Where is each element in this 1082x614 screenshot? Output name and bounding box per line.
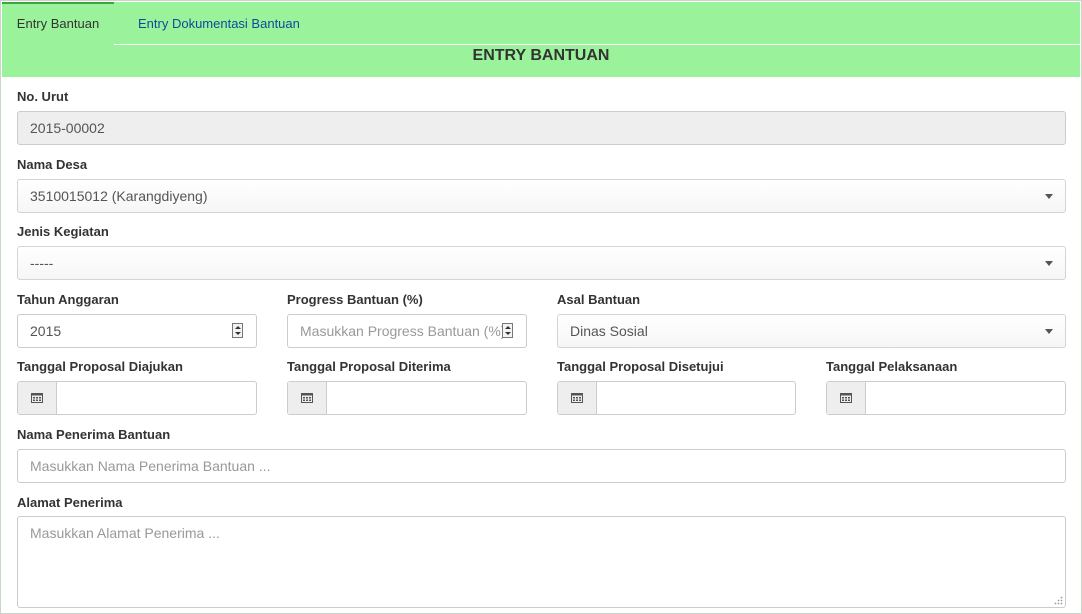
tab-entry-dokumentasi-bantuan[interactable]: Entry Dokumentasi Bantuan <box>136 2 302 44</box>
tgl-diterima-group[interactable] <box>287 381 527 415</box>
no-urut-label: No. Urut <box>17 89 69 104</box>
tab-entry-bantuan[interactable]: Entry Bantuan <box>2 2 114 46</box>
chevron-down-icon <box>1045 329 1053 334</box>
spinner-icon[interactable] <box>502 323 513 338</box>
tgl-disetujui-group[interactable] <box>557 381 796 415</box>
calendar-addon[interactable] <box>288 382 327 414</box>
alamat-penerima-label: Alamat Penerima <box>17 495 123 510</box>
progress-bantuan-label: Progress Bantuan (%) <box>287 292 423 307</box>
progress-bantuan-placeholder: Masukkan Progress Bantuan (%) <box>300 323 506 339</box>
no-urut-field[interactable]: 2015-00002 <box>17 111 1066 145</box>
tgl-pelaksanaan-group[interactable] <box>826 381 1066 415</box>
calendar-icon <box>301 393 313 403</box>
nama-desa-value: 3510015012 (Karangdiyeng) <box>30 188 208 204</box>
chevron-down-icon <box>1045 261 1053 266</box>
alamat-penerima-placeholder: Masukkan Alamat Penerima ... <box>30 525 220 541</box>
nama-desa-label: Nama Desa <box>17 157 88 172</box>
nama-penerima-label: Nama Penerima Bantuan <box>17 427 171 442</box>
nama-penerima-input[interactable]: Masukkan Nama Penerima Bantuan ... <box>17 449 1066 483</box>
calendar-addon[interactable] <box>558 382 597 414</box>
tgl-disetujui-label: Tanggal Proposal Disetujui <box>557 359 724 374</box>
tahun-anggaran-value: 2015 <box>30 323 62 339</box>
jenis-kegiatan-value: ----- <box>30 255 54 271</box>
calendar-icon <box>571 393 583 403</box>
calendar-addon[interactable] <box>18 382 57 414</box>
tab-bar: Entry Bantuan Entry Dokumentasi Bantuan <box>2 2 1080 46</box>
tgl-pelaksanaan-label: Tanggal Pelaksanaan <box>826 359 958 374</box>
chevron-down-icon <box>1045 194 1053 199</box>
spinner-icon[interactable] <box>232 323 243 338</box>
calendar-icon <box>840 393 852 403</box>
calendar-icon <box>31 393 43 403</box>
tgl-diajukan-group[interactable] <box>17 381 257 415</box>
jenis-kegiatan-label: Jenis Kegiatan <box>17 224 109 239</box>
resize-handle-icon[interactable] <box>1053 595 1063 605</box>
tahun-anggaran-input[interactable]: 2015 <box>17 314 257 348</box>
tahun-anggaran-label: Tahun Anggaran <box>17 292 119 307</box>
tgl-diajukan-label: Tanggal Proposal Diajukan <box>17 359 183 374</box>
calendar-addon[interactable] <box>827 382 866 414</box>
asal-bantuan-value: Dinas Sosial <box>570 323 648 339</box>
page-title: ENTRY BANTUAN <box>2 45 1080 77</box>
tgl-diterima-label: Tanggal Proposal Diterima <box>287 359 451 374</box>
progress-bantuan-input[interactable]: Masukkan Progress Bantuan (%) <box>287 314 527 348</box>
asal-bantuan-label: Asal Bantuan <box>557 292 641 307</box>
nama-penerima-placeholder: Masukkan Nama Penerima Bantuan ... <box>30 458 271 474</box>
alamat-penerima-textarea[interactable]: Masukkan Alamat Penerima ... <box>17 516 1066 608</box>
nama-desa-select[interactable]: 3510015012 (Karangdiyeng) <box>17 179 1066 213</box>
asal-bantuan-select[interactable]: Dinas Sosial <box>557 314 1066 348</box>
jenis-kegiatan-select[interactable]: ----- <box>17 246 1066 280</box>
